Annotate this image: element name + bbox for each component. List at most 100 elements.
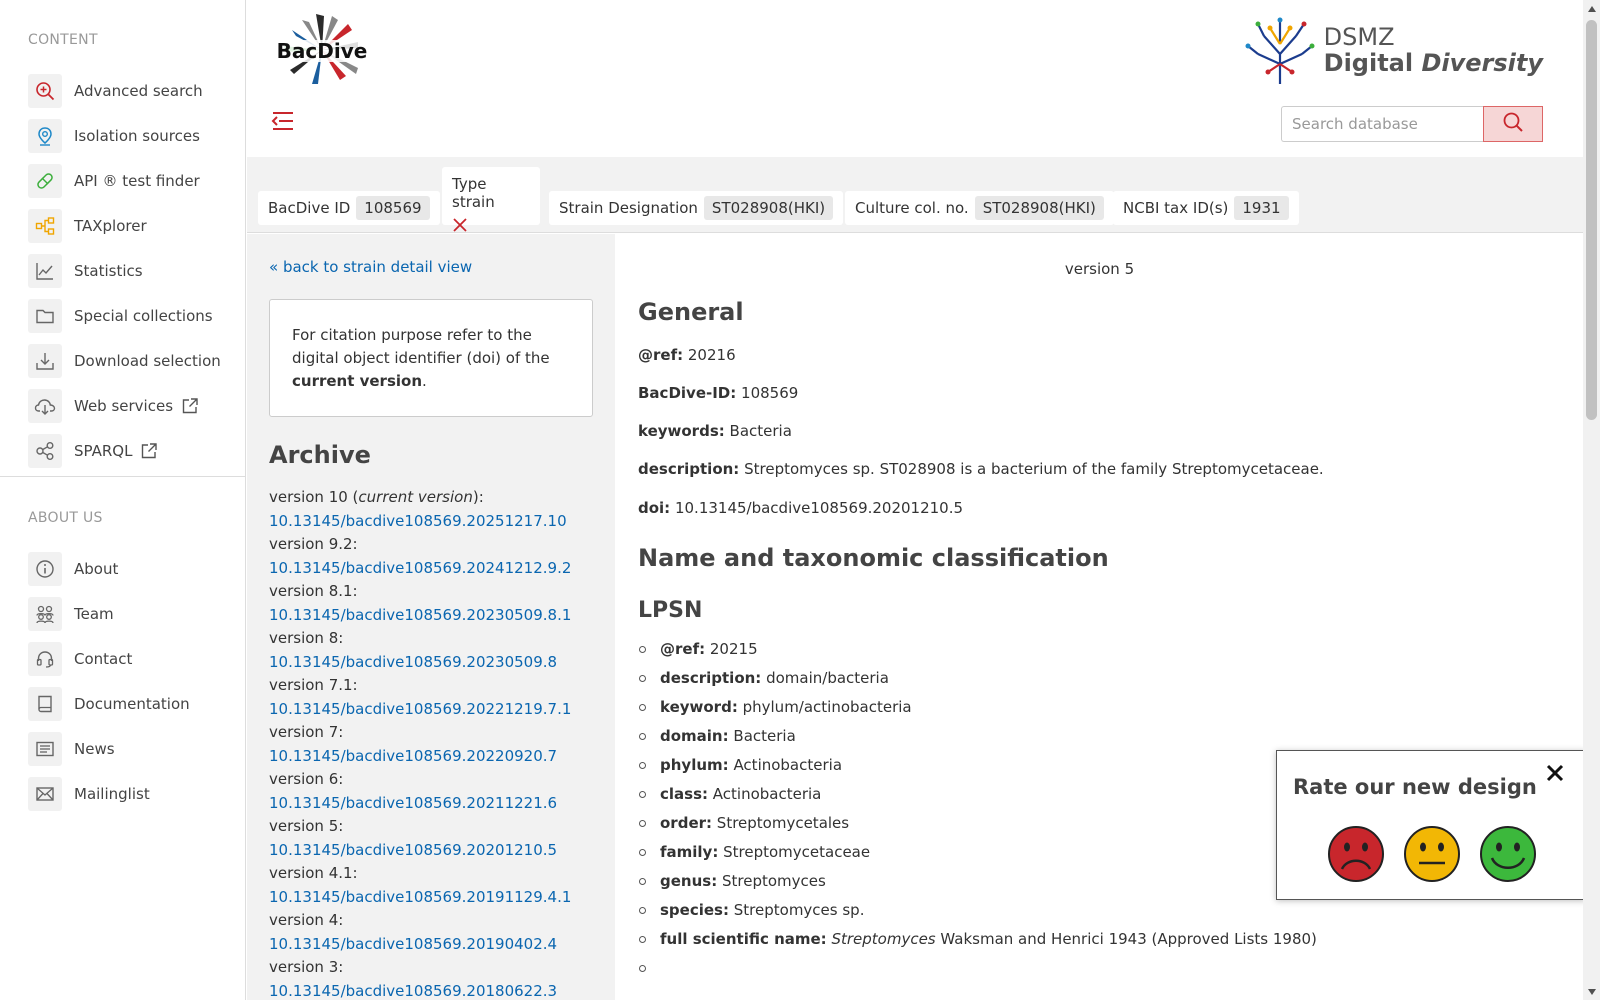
dsmz-bottom-diversity: Diversity [1421, 49, 1543, 77]
ncbi-tax-label: NCBI tax ID(s) [1123, 199, 1229, 217]
newspaper-icon [28, 731, 62, 766]
sidebar-item-label: Special collections [74, 306, 213, 325]
sidebar-item-taxplorer[interactable]: TAXplorer [28, 203, 221, 248]
logo-text: BacDive [277, 39, 368, 63]
sidebar-content-title: CONTENT [28, 32, 98, 48]
general-keywords: keywords: Bacteria [638, 422, 792, 440]
general-description: description: Streptomyces sp. ST028908 i… [638, 460, 1324, 478]
search-button[interactable] [1483, 106, 1543, 142]
cloud-download-icon [28, 388, 62, 423]
lpsn-list: @ref: 20215 description: domain/bacteria… [638, 638, 1317, 986]
bacdive-logo[interactable]: BacDive [267, 10, 377, 94]
search-input[interactable] [1281, 106, 1483, 142]
field-key: full scientific name: [660, 930, 827, 948]
archive-doi-link[interactable]: 10.13145/bacdive108569.20201210.5 [269, 839, 571, 863]
back-to-strain-link[interactable]: « back to strain detail view [269, 258, 472, 276]
external-link-icon [140, 442, 158, 460]
archive-version: version 5: [269, 817, 344, 835]
sidebar-item-label: Documentation [74, 694, 190, 713]
archive-doi-link[interactable]: 10.13145/bacdive108569.20190402.4 [269, 933, 571, 957]
field-key: BacDive-ID: [638, 384, 737, 402]
rate-title: Rate our new design [1293, 775, 1537, 799]
archive-doi-link[interactable]: 10.13145/bacdive108569.20251217.10 [269, 510, 571, 534]
sidebar-item-mailinglist[interactable]: Mailinglist [28, 771, 190, 816]
sidebar-item-news[interactable]: News [28, 726, 190, 771]
archive-doi-link[interactable]: 10.13145/bacdive108569.20211221.6 [269, 792, 571, 816]
dsmz-logo[interactable]: DSMZ Digital Diversity [1244, 14, 1543, 86]
archive-doi-link[interactable]: 10.13145/bacdive108569.20220920.7 [269, 745, 571, 769]
archive-doi-link[interactable]: 10.13145/bacdive108569.20230509.8.1 [269, 604, 571, 628]
sidebar-item-label: Statistics [74, 261, 143, 280]
page-scrollbar[interactable] [1583, 0, 1600, 1000]
sidebar-item-isolation-sources[interactable]: Isolation sources [28, 113, 221, 158]
archive-column: « back to strain detail view For citatio… [247, 234, 615, 1000]
happy-face-icon[interactable] [1479, 825, 1537, 887]
close-icon [1545, 764, 1565, 787]
sad-face-icon[interactable] [1327, 825, 1385, 887]
archive-entry: version 6: 10.13145/bacdive108569.2021122… [269, 768, 571, 815]
archive-title: Archive [269, 441, 371, 469]
sidebar-item-advanced-search[interactable]: Advanced search [28, 68, 221, 113]
archive-entry: version 7: 10.13145/bacdive108569.2022092… [269, 721, 571, 768]
sidebar-item-statistics[interactable]: Statistics [28, 248, 221, 293]
archive-version-suffix: ): [472, 488, 484, 506]
type-strain-label: Type strain [452, 175, 495, 211]
sidebar-item-api-test-finder[interactable]: API ® test finder [28, 158, 221, 203]
archive-doi-link[interactable]: 10.13145/bacdive108569.20241212.9.2 [269, 557, 571, 581]
archive-entry: version 4: 10.13145/bacdive108569.2019040… [269, 909, 571, 956]
archive-list: version 10 (current version): 10.13145/b… [269, 486, 571, 1000]
sidebar-divider [0, 476, 246, 477]
archive-version: version 3: [269, 958, 344, 976]
sidebar-item-label: Isolation sources [74, 126, 200, 145]
sidebar-item-about[interactable]: About [28, 546, 190, 591]
citation-bold: current version [292, 372, 423, 390]
archive-entry: version 10 (current version): 10.13145/b… [269, 486, 571, 533]
field-key: @ref: [638, 346, 684, 364]
bacdive-id-chip: BacDive ID 108569 [258, 191, 440, 225]
scroll-up-icon[interactable] [1586, 3, 1597, 14]
sidebar-item-special-collections[interactable]: Special collections [28, 293, 221, 338]
lpsn-item: keyword: phylum/actinobacteria [638, 696, 1317, 725]
archive-doi-link[interactable]: 10.13145/bacdive108569.20191129.4.1 [269, 886, 571, 910]
lpsn-item-full-name: full scientific name: Streptomyces Waksm… [638, 928, 1317, 957]
archive-version: version 10 ( [269, 488, 359, 506]
share-nodes-icon [28, 433, 62, 468]
lpsn-item: class: Actinobacteria [638, 783, 1317, 812]
team-icon [28, 596, 62, 631]
search-box [1281, 106, 1543, 142]
rate-close-button[interactable] [1545, 763, 1565, 787]
menu-toggle-button[interactable] [271, 110, 295, 136]
scroll-down-icon[interactable] [1586, 986, 1597, 997]
sidebar-item-contact[interactable]: Contact [28, 636, 190, 681]
ncbi-tax-chip: NCBI tax ID(s) 1931 [1113, 191, 1299, 225]
pill-icon [28, 163, 62, 198]
sidebar-item-sparql[interactable]: SPARQL [28, 428, 221, 473]
sidebar-item-team[interactable]: Team [28, 591, 190, 636]
sidebar-item-web-services[interactable]: Web services [28, 383, 221, 428]
archive-doi-link[interactable]: 10.13145/bacdive108569.20180622.3 [269, 980, 571, 1000]
general-doi: doi: 10.13145/bacdive108569.20201210.5 [638, 499, 963, 517]
header: BacDive DSMZ Digital Diversity [247, 0, 1583, 157]
sidebar-about-title: ABOUT US [28, 510, 103, 526]
general-bacdive-id: BacDive-ID: 108569 [638, 384, 798, 402]
archive-doi-link[interactable]: 10.13145/bacdive108569.20221219.7.1 [269, 698, 571, 722]
citation-end: . [422, 372, 427, 390]
archive-entry: version 5: 10.13145/bacdive108569.2020121… [269, 815, 571, 862]
scroll-thumb[interactable] [1586, 20, 1597, 420]
folder-icon [28, 298, 62, 333]
neutral-face-icon[interactable] [1403, 825, 1461, 887]
archive-version: version 4.1: [269, 864, 358, 882]
sidebar-item-label: About [74, 559, 119, 578]
citation-text: For citation purpose refer to the digita… [292, 326, 550, 367]
rate-design-popup: Rate our new design [1276, 750, 1586, 900]
search-plus-icon [28, 73, 62, 108]
field-key: domain: [660, 727, 729, 745]
headset-icon [28, 641, 62, 676]
sidebar-item-download-selection[interactable]: Download selection [28, 338, 221, 383]
field-key: genus: [660, 872, 718, 890]
strain-info-bar: BacDive ID 108569 Type strain Strain Des… [247, 157, 1583, 233]
field-key: phylum: [660, 756, 729, 774]
sidebar-item-documentation[interactable]: Documentation [28, 681, 190, 726]
search-icon [1502, 111, 1524, 137]
archive-doi-link[interactable]: 10.13145/bacdive108569.20230509.8 [269, 651, 571, 675]
